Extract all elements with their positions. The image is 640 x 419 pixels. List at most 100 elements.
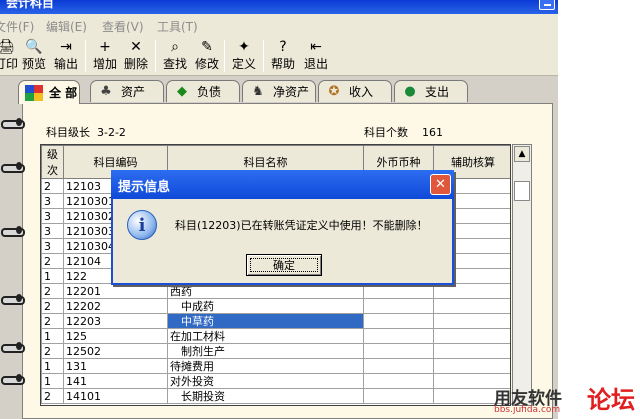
cell-code: 141 <box>63 373 168 389</box>
table-row[interactable]: 1 131 待摊费用 <box>41 358 510 374</box>
level-label: 科目级长 <box>46 126 90 139</box>
edit-button[interactable]: ✎ 修改 <box>191 39 223 75</box>
app-window: 会计科目 文件(F) 编辑(E) 查看(V) 工具(T) 🖨 打印 🔍 预览 ⇥… <box>0 0 558 419</box>
cell-currency <box>363 373 434 389</box>
add-button[interactable]: + 增加 <box>89 39 121 75</box>
define-label: 定义 <box>231 57 256 71</box>
cell-name: 中草药 <box>167 313 364 329</box>
cell-currency <box>363 328 434 344</box>
help-label: 帮助 <box>270 57 295 71</box>
find-label: 查找 <box>162 57 187 71</box>
assets-icon: ♣ <box>100 84 112 99</box>
cell-level: 3 <box>41 208 64 224</box>
cell-level: 2 <box>41 283 64 299</box>
cell-level: 1 <box>41 268 64 284</box>
ring-icon <box>0 160 25 173</box>
table-row[interactable]: 2 12203 中草药 <box>41 313 510 329</box>
cell-code: 125 <box>63 328 168 344</box>
dialog-title: 提示信息 <box>118 180 171 195</box>
preview-button[interactable]: 🔍 预览 <box>18 39 50 75</box>
preview-icon: 🔍 <box>25 39 43 55</box>
cell-level: 2 <box>41 313 64 329</box>
delete-label: 删除 <box>123 57 148 71</box>
scroll-thumb[interactable] <box>514 181 530 201</box>
minimize-button[interactable] <box>539 0 555 10</box>
exit-button[interactable]: ⇤ 退出 <box>300 39 332 75</box>
menu-view[interactable]: 查看(V) <box>102 18 144 35</box>
ok-button[interactable]: 确定 <box>246 254 322 276</box>
cell-auxiliary <box>433 343 510 359</box>
tab-assets-label: 资产 <box>121 85 146 99</box>
cell-auxiliary <box>433 283 510 299</box>
tab-assets[interactable]: ♣ 资产 <box>90 80 164 102</box>
export-icon: ⇥ <box>60 39 72 55</box>
table-row[interactable]: 1 125 在加工材料 <box>41 328 510 344</box>
expense-icon: ● <box>404 84 416 99</box>
column-header-level[interactable]: 级次 <box>41 145 64 179</box>
tab-expense-label: 支出 <box>425 85 450 99</box>
vertical-scrollbar[interactable]: ▲ <box>512 144 532 406</box>
information-icon: i <box>127 210 157 240</box>
ring-icon <box>0 292 25 305</box>
table-row[interactable]: 2 12201 西药 <box>41 283 510 299</box>
cell-currency <box>363 298 434 314</box>
tab-net-assets-label: 净资产 <box>273 85 310 99</box>
cell-level: 2 <box>41 343 64 359</box>
export-button[interactable]: ⇥ 输出 <box>50 39 82 75</box>
cell-currency <box>363 388 434 404</box>
ring-icon <box>0 116 25 129</box>
toolbar: 🖨 打印 🔍 预览 ⇥ 输出 + 增加 ✕ 删除 ⌕ 查找 ✎ 修改 <box>0 36 558 76</box>
cell-code: 12203 <box>63 313 168 329</box>
ring-icon <box>0 224 25 237</box>
menu-tools[interactable]: 工具(T) <box>157 18 198 35</box>
table-row[interactable]: 2 12502 制剂生产 <box>41 343 510 359</box>
binder-rings <box>0 76 25 419</box>
add-icon: + <box>99 39 111 55</box>
tab-expense[interactable]: ● 支出 <box>394 80 468 102</box>
tab-income[interactable]: ✪ 收入 <box>318 80 392 102</box>
cell-currency <box>363 343 434 359</box>
edit-icon: ✎ <box>201 39 213 55</box>
help-button[interactable]: ? 帮助 <box>267 39 299 75</box>
help-icon: ? <box>279 39 287 55</box>
cell-name: 对外投资 <box>167 373 364 389</box>
exit-label: 退出 <box>303 57 328 71</box>
menu-file[interactable]: 文件(F) <box>0 18 34 35</box>
table-row[interactable]: 2 12202 中成药 <box>41 298 510 314</box>
cell-level: 2 <box>41 253 64 269</box>
all-icon <box>25 84 43 101</box>
cell-code: 12202 <box>63 298 168 314</box>
cell-currency <box>363 283 434 299</box>
cell-level: 3 <box>41 193 64 209</box>
table-row[interactable]: 2 14101 长期投资 <box>41 388 510 404</box>
delete-button[interactable]: ✕ 删除 <box>120 39 152 75</box>
watermark-url: bbs.jufida.com <box>494 405 561 415</box>
cell-code: 12502 <box>63 343 168 359</box>
find-button[interactable]: ⌕ 查找 <box>159 39 191 75</box>
count-value: 161 <box>422 126 443 139</box>
cell-name: 在加工材料 <box>167 328 364 344</box>
cell-name: 制剂生产 <box>167 343 364 359</box>
cell-name: 长期投资 <box>167 388 364 404</box>
cell-name: 中成药 <box>167 298 364 314</box>
tab-all[interactable]: 全 部 <box>18 80 80 104</box>
add-label: 增加 <box>92 57 117 71</box>
cell-name: 西药 <box>167 283 364 299</box>
scroll-up-arrow-icon[interactable]: ▲ <box>514 146 530 162</box>
cell-auxiliary <box>433 358 510 374</box>
menu-edit[interactable]: 编辑(E) <box>46 18 87 35</box>
table-row[interactable]: 1 141 对外投资 <box>41 373 510 389</box>
tab-liabilities-label: 负债 <box>197 85 222 99</box>
tab-all-label: 全 部 <box>49 86 78 100</box>
close-icon[interactable]: ✕ <box>430 174 451 195</box>
cell-level: 3 <box>41 238 64 254</box>
cell-code: 12201 <box>63 283 168 299</box>
dialog-message: 科目(12203)已在转账凭证定义中使用！不能删除！ <box>175 219 428 232</box>
find-icon: ⌕ <box>171 39 179 55</box>
delete-icon: ✕ <box>130 39 142 55</box>
tab-liabilities[interactable]: ◆ 负债 <box>166 80 240 102</box>
define-button[interactable]: ✦ 定义 <box>228 39 260 75</box>
tab-net-assets[interactable]: ♞ 净资产 <box>242 80 316 102</box>
cell-level: 2 <box>41 388 64 404</box>
info-dialog: 提示信息 ✕ i 科目(12203)已在转账凭证定义中使用！不能删除！ 确定 <box>111 170 454 285</box>
